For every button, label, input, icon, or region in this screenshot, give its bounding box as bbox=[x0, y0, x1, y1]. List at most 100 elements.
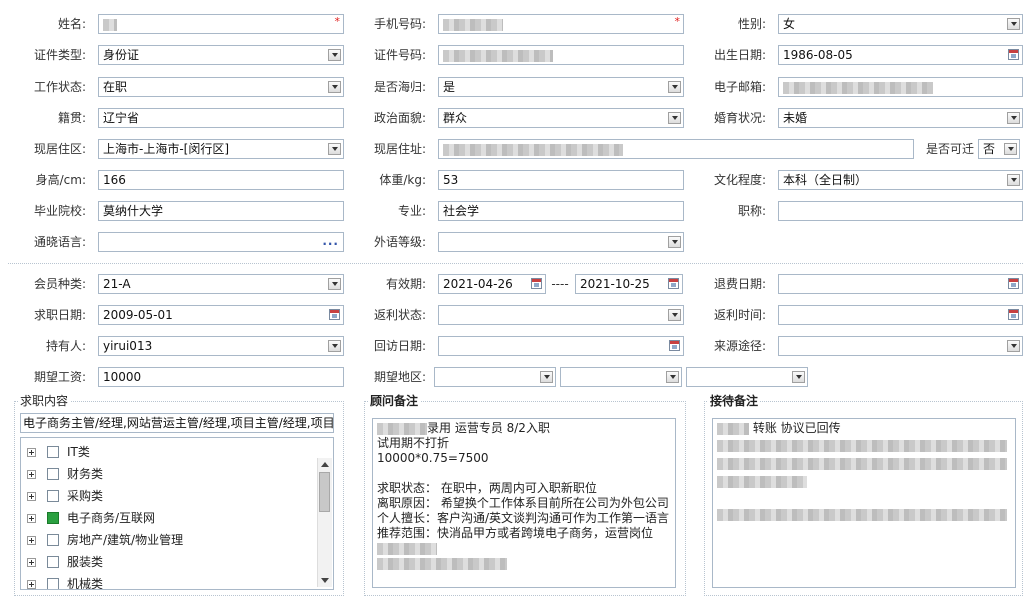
expand-icon[interactable] bbox=[27, 448, 36, 457]
education-label: 文化程度: bbox=[713, 173, 766, 187]
id-no-field[interactable] bbox=[438, 45, 684, 65]
id-no-label: 证件号码: bbox=[373, 48, 426, 62]
checkbox[interactable] bbox=[47, 556, 59, 568]
checkbox[interactable] bbox=[47, 490, 59, 502]
returnee-value: 是 bbox=[443, 80, 456, 94]
checkbox[interactable] bbox=[47, 446, 59, 458]
required-mark: * bbox=[334, 15, 341, 28]
dropdown-arrow-icon[interactable] bbox=[328, 278, 341, 290]
gender-label: 性别: bbox=[737, 17, 766, 31]
dropdown-arrow-icon[interactable] bbox=[668, 236, 681, 248]
dropdown-arrow-icon[interactable] bbox=[1007, 18, 1020, 30]
email-field[interactable] bbox=[778, 77, 1023, 97]
gender-select[interactable]: 女 bbox=[778, 14, 1023, 34]
residence-select[interactable]: 上海市-上海市-[闵行区] bbox=[98, 139, 344, 159]
apply-date-field[interactable]: 2009-05-01 bbox=[98, 305, 344, 325]
work-status-label: 工作状态: bbox=[33, 80, 86, 94]
education-select[interactable]: 本科（全日制） bbox=[778, 170, 1023, 190]
checkbox[interactable] bbox=[47, 534, 59, 546]
checkbox-checked[interactable] bbox=[47, 512, 59, 524]
note-line: 转账 协议已回传 bbox=[752, 421, 841, 435]
phone-field[interactable]: * bbox=[438, 14, 684, 34]
name-field[interactable]: * bbox=[98, 14, 344, 34]
scroll-thumb[interactable] bbox=[319, 472, 330, 512]
visit-date-field[interactable] bbox=[438, 336, 684, 356]
expand-icon[interactable] bbox=[27, 558, 36, 567]
dropdown-arrow-icon[interactable] bbox=[792, 371, 805, 383]
region-city-select[interactable] bbox=[560, 367, 682, 387]
dropdown-arrow-icon[interactable] bbox=[668, 81, 681, 93]
valid-from-field[interactable]: 2021-04-26 bbox=[438, 274, 546, 294]
region-district-select[interactable] bbox=[686, 367, 808, 387]
expand-icon[interactable] bbox=[27, 580, 36, 589]
calendar-icon[interactable] bbox=[1008, 309, 1019, 320]
advisor-notes-title: 顾问备注 bbox=[368, 394, 421, 408]
calendar-icon[interactable] bbox=[669, 340, 680, 351]
checkbox[interactable] bbox=[47, 468, 59, 480]
dropdown-arrow-icon[interactable] bbox=[540, 371, 553, 383]
expand-icon[interactable] bbox=[27, 536, 36, 545]
native-field[interactable]: 辽宁省 bbox=[98, 108, 344, 128]
dropdown-arrow-icon[interactable] bbox=[1007, 340, 1020, 352]
checkbox[interactable] bbox=[47, 578, 59, 589]
refund-date-field[interactable] bbox=[778, 274, 1023, 294]
dropdown-arrow-icon[interactable] bbox=[1007, 174, 1020, 186]
rebate-time-field[interactable] bbox=[778, 305, 1023, 325]
region-province-select[interactable] bbox=[434, 367, 556, 387]
region-label: 期望地区: bbox=[373, 370, 426, 384]
redacted-text bbox=[717, 457, 1007, 470]
more-options-icon[interactable]: ... bbox=[322, 233, 339, 249]
work-status-select[interactable]: 在职 bbox=[98, 77, 344, 97]
dropdown-arrow-icon[interactable] bbox=[328, 49, 341, 61]
calendar-icon[interactable] bbox=[1008, 49, 1019, 60]
job-selected-field[interactable]: 电子商务主管/经理,网站营运主管/经理,项目主管/经理,项目 bbox=[20, 413, 334, 433]
political-select[interactable]: 群众 bbox=[438, 108, 684, 128]
job-category-tree[interactable]: IT类 财务类 采购类 电子商务/互联网 房地产/建筑/物业管理 服装类 机械类 bbox=[20, 437, 334, 590]
valid-to-field[interactable]: 2021-10-25 bbox=[575, 274, 683, 294]
relocate-select[interactable]: 否 bbox=[978, 139, 1020, 159]
calendar-icon[interactable] bbox=[1008, 278, 1019, 289]
tree-item-label: 电子商务/互联网 bbox=[67, 511, 156, 525]
scroll-up-icon[interactable] bbox=[321, 462, 329, 467]
birth-label: 出生日期: bbox=[713, 48, 766, 62]
language-field[interactable]: ... bbox=[98, 232, 344, 252]
dropdown-arrow-icon[interactable] bbox=[328, 143, 341, 155]
weight-field[interactable]: 53 bbox=[438, 170, 684, 190]
foreign-level-select[interactable] bbox=[438, 232, 684, 252]
rebate-status-select[interactable] bbox=[438, 305, 684, 325]
dropdown-arrow-icon[interactable] bbox=[1004, 143, 1017, 155]
reception-notes-textarea[interactable]: 转账 协议已回传 bbox=[712, 418, 1016, 588]
dropdown-arrow-icon[interactable] bbox=[668, 112, 681, 124]
holder-select[interactable]: yirui013 bbox=[98, 336, 344, 356]
title-field[interactable] bbox=[778, 201, 1023, 221]
expand-icon[interactable] bbox=[27, 514, 36, 523]
expand-icon[interactable] bbox=[27, 492, 36, 501]
dropdown-arrow-icon[interactable] bbox=[328, 81, 341, 93]
advisor-notes-textarea[interactable]: 录用 运营专员 8/2入职 试用期不打折 10000*0.75=7500 求职状… bbox=[372, 418, 676, 588]
source-select[interactable] bbox=[778, 336, 1023, 356]
returnee-select[interactable]: 是 bbox=[438, 77, 684, 97]
dropdown-arrow-icon[interactable] bbox=[328, 340, 341, 352]
salary-field[interactable]: 10000 bbox=[98, 367, 344, 387]
height-field[interactable]: 166 bbox=[98, 170, 344, 190]
calendar-icon[interactable] bbox=[668, 278, 679, 289]
dropdown-arrow-icon[interactable] bbox=[1007, 112, 1020, 124]
dropdown-arrow-icon[interactable] bbox=[668, 309, 681, 321]
school-field[interactable]: 莫纳什大学 bbox=[98, 201, 344, 221]
calendar-icon[interactable] bbox=[329, 309, 340, 320]
calendar-icon[interactable] bbox=[531, 278, 542, 289]
id-type-select[interactable]: 身份证 bbox=[98, 45, 344, 65]
job-content-title: 求职内容 bbox=[18, 394, 71, 408]
marital-select[interactable]: 未婚 bbox=[778, 108, 1023, 128]
major-field[interactable]: 社会学 bbox=[438, 201, 684, 221]
scroll-down-icon[interactable] bbox=[321, 578, 329, 583]
tree-item-label: 房地产/建筑/物业管理 bbox=[67, 533, 184, 547]
member-type-select[interactable]: 21-A bbox=[98, 274, 344, 294]
tree-item-label: 财务类 bbox=[67, 467, 104, 481]
birth-date-field[interactable]: 1986-08-05 bbox=[778, 45, 1023, 65]
scrollbar[interactable] bbox=[317, 458, 332, 587]
dropdown-arrow-icon[interactable] bbox=[666, 371, 679, 383]
work-status-value: 在职 bbox=[103, 80, 128, 94]
expand-icon[interactable] bbox=[27, 470, 36, 479]
address-field[interactable] bbox=[438, 139, 914, 159]
